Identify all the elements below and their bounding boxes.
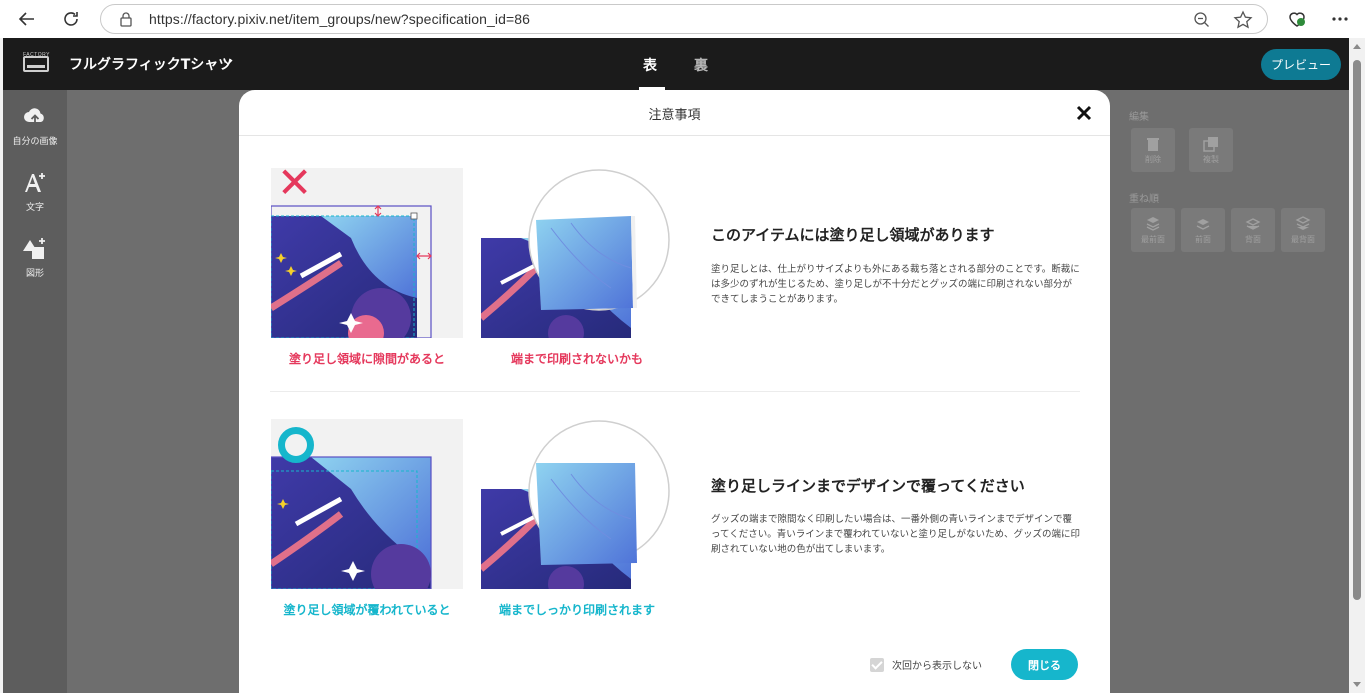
preview-button[interactable]: プレビュー [1261, 49, 1341, 80]
arrow-left-icon [18, 12, 34, 26]
ok-mark [278, 427, 314, 463]
properties-panel: 編集 削除 複製 重ね順 最前面 前面 背面 最背面 [1111, 90, 1349, 693]
shapes-icon [23, 238, 45, 259]
send-backward-icon [1245, 217, 1261, 230]
bring-to-front-button[interactable]: 最前面 [1131, 208, 1175, 252]
tool-sidebar: 自分の画像 文字 図形 [3, 90, 67, 693]
scroll-up-arrow[interactable] [1353, 44, 1361, 49]
bring-forward-icon [1196, 218, 1210, 230]
scroll-down-arrow[interactable] [1353, 682, 1361, 687]
lock-icon [120, 12, 132, 27]
dont-show-again-label[interactable]: 次回から表示しない [892, 657, 982, 672]
section-divider [270, 391, 1080, 392]
button-label: 最前面 [1141, 234, 1165, 244]
back-button[interactable] [16, 8, 38, 30]
modal-title: 注意事項 [648, 108, 701, 123]
cloud-upload-icon [24, 108, 44, 125]
reload-icon [64, 12, 78, 26]
product-title[interactable]: フルグラフィックTシャツ [69, 54, 232, 74]
tool-add-shape[interactable]: 図形 [3, 236, 67, 279]
chevron-down-icon[interactable] [223, 57, 233, 67]
send-to-back-button[interactable]: 最背面 [1281, 208, 1325, 252]
edit-heading: 編集 [1129, 112, 1149, 123]
tab-front[interactable]: 表 [643, 55, 657, 75]
favorite-star-icon[interactable] [1233, 10, 1253, 30]
address-bar[interactable]: https://factory.pixiv.net/item_groups/ne… [100, 4, 1268, 34]
tool-upload-image[interactable]: 自分の画像 [3, 104, 67, 147]
dont-show-again-row[interactable]: 次回から表示しない [870, 657, 982, 672]
layer-order-heading: 重ね順 [1129, 194, 1159, 205]
zoom-out-icon[interactable] [1193, 11, 1211, 29]
text-add-icon [25, 173, 45, 192]
section-heading-bleed: このアイテムには塗り足し領域があります [711, 226, 995, 244]
bring-forward-button[interactable]: 前面 [1181, 208, 1225, 252]
trash-icon [1147, 137, 1159, 151]
tab-back[interactable]: 裏 [694, 55, 708, 75]
tool-label: 文字 [25, 203, 44, 213]
caption-fully-printed: 端までしっかり印刷されます [498, 603, 655, 617]
section-body-cover: グッズの端まで隙間なく印刷したい場合は、一番外側の青いラインまでデザインで覆って… [711, 514, 1080, 555]
bleed-notice-modal: 注意事項 ✕ 塗り足し領域に隙間があると 端まで印刷されないかも このアイテムに… [239, 90, 1110, 693]
button-label: 複製 [1203, 154, 1219, 164]
close-icon[interactable] [1075, 104, 1093, 122]
more-menu-icon[interactable] [1330, 9, 1350, 29]
page-scrollbar[interactable] [1349, 38, 1365, 693]
duplicate-icon [1203, 136, 1218, 152]
caption-covered: 塗り足し領域が覆われていると [283, 603, 451, 617]
unprinted-edge-illustration [481, 168, 673, 338]
warning-mark: ✕ [277, 158, 313, 207]
delete-button[interactable]: 削除 [1131, 128, 1175, 172]
browser-toolbar: https://factory.pixiv.net/item_groups/ne… [0, 0, 1365, 38]
button-label: 背面 [1245, 234, 1261, 244]
editor-topbar: FACTORY フルグラフィックTシャツ 表 裏 プレビュー [3, 38, 1349, 90]
modal-header: 注意事項 [239, 90, 1110, 136]
duplicate-button[interactable]: 複製 [1189, 128, 1233, 172]
factory-logo[interactable] [23, 56, 49, 72]
logo-text: FACTORY [23, 52, 50, 58]
button-label: 前面 [1195, 234, 1211, 244]
button-label: 削除 [1145, 154, 1161, 164]
section-body-bleed: 塗り足しとは、仕上がりサイズよりも外にある裁ち落とされる部分のことです。断裁には… [711, 264, 1080, 305]
close-button[interactable]: 閉じる [1011, 649, 1078, 680]
tool-label: 図形 [25, 269, 44, 279]
reload-button[interactable] [60, 8, 82, 30]
send-backward-button[interactable]: 背面 [1231, 208, 1275, 252]
caption-gap: 塗り足し領域に隙間があると [288, 352, 445, 366]
send-to-back-icon [1295, 215, 1311, 230]
dont-show-again-checkbox[interactable] [870, 657, 884, 672]
extension-heart-icon[interactable] [1287, 9, 1307, 29]
tool-label: 自分の画像 [12, 137, 58, 147]
fully-printed-illustration [481, 419, 673, 589]
tool-add-text[interactable]: 文字 [3, 170, 67, 213]
bring-to-front-icon [1146, 216, 1160, 231]
button-label: 最背面 [1291, 234, 1315, 244]
caption-not-printed: 端まで印刷されないかも [510, 352, 643, 366]
url-text: https://factory.pixiv.net/item_groups/ne… [149, 11, 531, 27]
section-heading-cover: 塗り足しラインまでデザインで覆ってください [711, 477, 1025, 495]
scroll-thumb[interactable] [1353, 60, 1361, 600]
